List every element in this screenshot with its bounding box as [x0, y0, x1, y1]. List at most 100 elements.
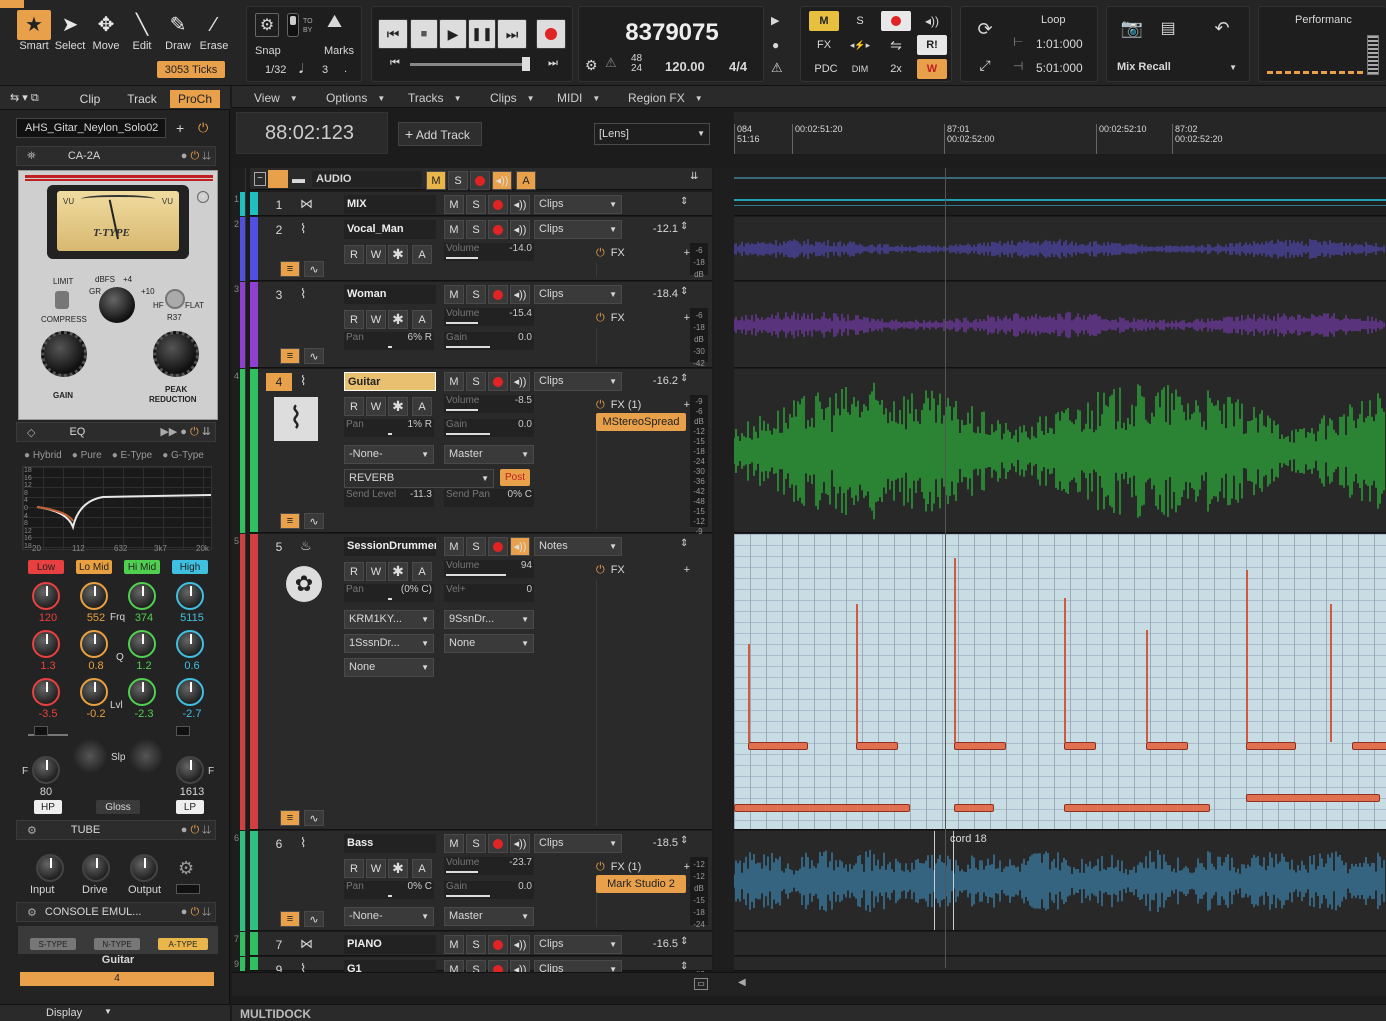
- track-mode-select[interactable]: Clips: [534, 834, 622, 853]
- output-select[interactable]: Master: [444, 445, 534, 464]
- midi-note[interactable]: [856, 742, 898, 750]
- folder-collapse-icon[interactable]: −: [254, 172, 266, 186]
- track-piano[interactable]: 7 ⋈ PIANO MS ◂))Clips -16.5⇕: [250, 932, 712, 956]
- midi-channel-select[interactable]: 1SssnDr...: [344, 634, 434, 653]
- track-sessiondrummer[interactable]: 5 ♨ SessionDrummer MS ◂))Notes ⇕ RW✱A Volume 94 ⏻…: [250, 534, 712, 830]
- automation-lane-icon[interactable]: ∿: [304, 261, 324, 277]
- record-arm-button[interactable]: [488, 372, 508, 391]
- midi-note[interactable]: [1064, 742, 1096, 750]
- lp-toggle[interactable]: [176, 726, 190, 736]
- snap-count[interactable]: 3: [322, 64, 328, 76]
- tool-erase[interactable]: ⁄ Erase: [197, 10, 231, 60]
- gloss-button[interactable]: Gloss: [96, 800, 140, 814]
- lp-button[interactable]: LP: [176, 800, 204, 814]
- console-controls-icon[interactable]: ● ⏻ ⇊: [181, 906, 211, 919]
- eq-q-knob[interactable]: [80, 630, 108, 658]
- mode-hybrid[interactable]: ● Hybrid: [24, 450, 62, 461]
- input-select[interactable]: -None-: [344, 907, 434, 926]
- marks-icon[interactable]: ⛰: [327, 11, 342, 32]
- track-mode-select[interactable]: Clips: [534, 935, 622, 954]
- tube-header[interactable]: ⚙ TUBE ● ⏻ ⇊: [16, 820, 216, 840]
- go-to-end-icon[interactable]: ⏭: [548, 57, 558, 70]
- midi-icon[interactable]: ◂⚡▸: [845, 35, 875, 55]
- eq-freq-knob[interactable]: [80, 582, 108, 610]
- input-echo-button[interactable]: ◂)): [510, 195, 530, 214]
- tool-move[interactable]: ✥ Move: [89, 10, 123, 60]
- menu-tracks[interactable]: Tracks ▼: [408, 89, 461, 107]
- pan-control[interactable]: Pan 1% R: [344, 419, 434, 437]
- ca2a-controls-icon[interactable]: ● ⏻ ⇊: [181, 150, 211, 163]
- crossfade-marker[interactable]: [934, 831, 954, 930]
- track-mix[interactable]: 1 ⋈ MIX MS ◂))Clips ⇕: [250, 192, 712, 216]
- track-name[interactable]: Woman: [344, 285, 436, 304]
- console-emulator-header[interactable]: ⚙ CONSOLE EMUL... ● ⏻ ⇊: [16, 902, 216, 922]
- solo-button[interactable]: S: [466, 372, 486, 391]
- track-name[interactable]: Bass: [344, 834, 436, 853]
- undo-icon[interactable]: ↶: [1209, 15, 1235, 41]
- display-dropdown-icon[interactable]: ▼: [104, 1007, 112, 1016]
- write-automation-button[interactable]: W: [366, 310, 386, 329]
- tempo-value[interactable]: 120.00: [665, 59, 705, 74]
- input-echo-button[interactable]: ◂)): [510, 220, 530, 239]
- stop-button[interactable]: ■: [410, 19, 438, 49]
- track-mode-select[interactable]: Clips: [534, 285, 622, 304]
- eq-graph[interactable]: 18 16 12 8 4 0 4 8 12 16 18: [22, 466, 212, 550]
- midi-note[interactable]: [748, 742, 808, 750]
- send-pan-control[interactable]: Send Pan 0% C: [444, 489, 534, 507]
- hp-freq-knob[interactable]: [32, 756, 60, 784]
- track-name[interactable]: PIANO: [344, 935, 436, 954]
- fx-plugin[interactable]: MStereoSpread: [596, 413, 686, 431]
- menu-view[interactable]: View ▼: [254, 89, 298, 107]
- track-expand-icon[interactable]: ⇕: [680, 936, 688, 947]
- track-woman[interactable]: 3 ⌇ Woman MS ◂))Clips -18.4⇕ RW✱A Volume -15.4 ⏻ F…: [250, 282, 712, 380]
- record-arm-button[interactable]: [488, 834, 508, 853]
- eq-freq-knob[interactable]: [128, 582, 156, 610]
- tube-controls-icon[interactable]: ● ⏻ ⇊: [181, 824, 211, 837]
- record-arm-button[interactable]: [488, 220, 508, 239]
- fx-bin-header[interactable]: ⏻ FX +: [596, 310, 690, 326]
- menu-clips[interactable]: Clips ▼: [490, 89, 535, 107]
- clip-lane-guitar[interactable]: [734, 369, 1386, 533]
- track-menu-icon[interactable]: ≡: [280, 810, 300, 826]
- eq-q-knob[interactable]: [32, 630, 60, 658]
- hf-knob[interactable]: [165, 289, 185, 309]
- eq-freq-knob[interactable]: [176, 582, 204, 610]
- eq-lvl-knob[interactable]: [128, 678, 156, 706]
- mode-pure[interactable]: ● Pure: [72, 450, 102, 461]
- track-guitar[interactable]: 4 ⌇ Guitar MS ◂))Clips -16.2⇕ RW✱A Volume -8.5 ⏻ F…: [250, 369, 712, 536]
- pause-button[interactable]: ❚❚: [468, 19, 496, 49]
- lp-slope-knob[interactable]: [128, 738, 164, 774]
- fx-bypass-button[interactable]: FX: [809, 35, 839, 55]
- console-n-type[interactable]: N-TYPE: [94, 938, 140, 950]
- eq-lvl-knob[interactable]: [176, 678, 204, 706]
- mute-button[interactable]: M: [444, 372, 464, 391]
- track-expand-icon[interactable]: ⇕: [680, 538, 688, 549]
- inspector-menu-icon[interactable]: ⇆ ▾ ⧉: [10, 91, 39, 105]
- read-automation-button[interactable]: R: [344, 562, 364, 581]
- mute-button[interactable]: M: [444, 935, 464, 954]
- midi-patch-select[interactable]: None: [344, 658, 434, 677]
- pan-control[interactable]: Pan 0% C: [344, 881, 434, 899]
- record-arm-button[interactable]: [488, 537, 508, 556]
- clip-lane-bass[interactable]: cord 18: [734, 831, 1386, 931]
- automation-star-icon[interactable]: ✱: [388, 859, 408, 878]
- send-select[interactable]: REVERB: [344, 469, 494, 488]
- time-display[interactable]: 8379075: [579, 19, 765, 47]
- snap-toggle[interactable]: [287, 13, 299, 37]
- automation-lane-icon[interactable]: ∿: [304, 513, 324, 529]
- multidock-bar[interactable]: MULTIDOCK: [232, 1004, 1386, 1021]
- pan-control[interactable]: Pan 6% R: [344, 332, 434, 350]
- automation-star-icon[interactable]: ✱: [388, 310, 408, 329]
- record-arm-button[interactable]: [488, 285, 508, 304]
- input-echo-icon[interactable]: ◂)): [917, 11, 947, 31]
- snap-value[interactable]: 1/32: [265, 64, 286, 76]
- clip-lane-vocal_man[interactable]: [734, 217, 1386, 281]
- fast-forward-button[interactable]: ⏭: [497, 19, 527, 49]
- fx-bin-header[interactable]: ⏻ FX +: [596, 245, 690, 261]
- go-to-start-icon[interactable]: ⏮: [390, 57, 400, 70]
- fx-power-icon[interactable]: ⏻: [596, 564, 605, 577]
- gain-control[interactable]: Gain 0.0: [444, 419, 534, 437]
- automation-lane-icon[interactable]: ∿: [304, 810, 324, 826]
- tube-input-knob[interactable]: [36, 854, 64, 882]
- play-arrow-icon[interactable]: ▶: [771, 14, 779, 27]
